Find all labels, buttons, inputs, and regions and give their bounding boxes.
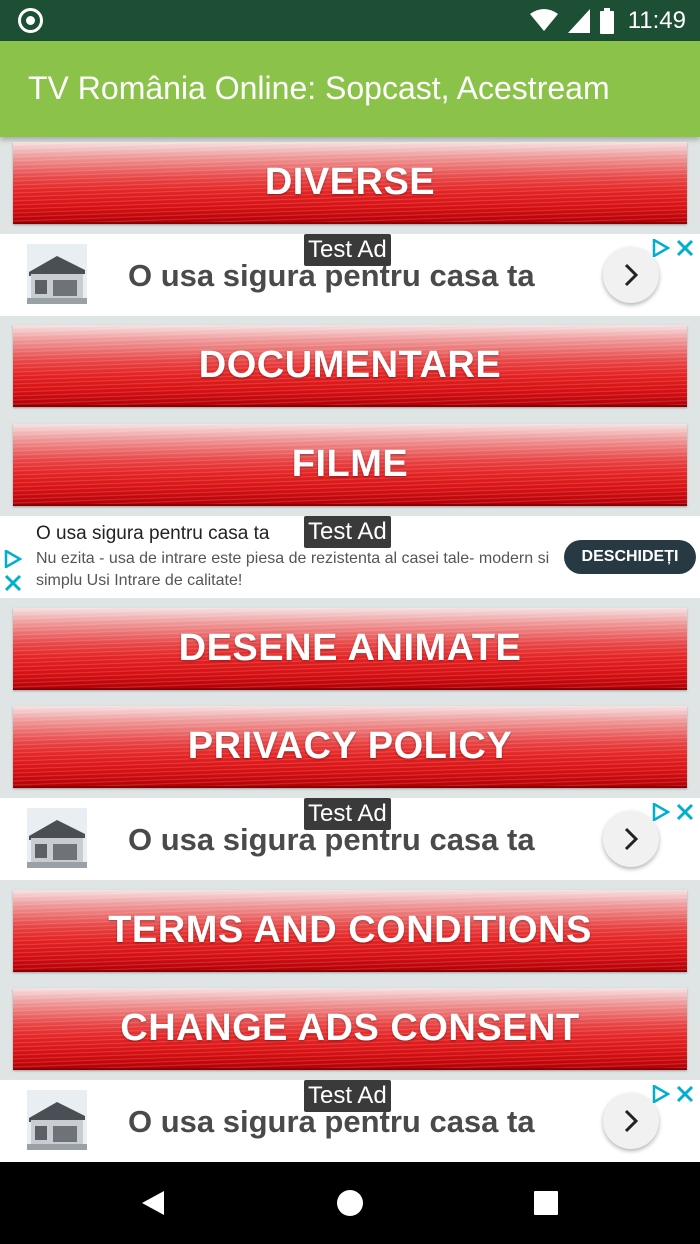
close-icon[interactable] — [4, 574, 22, 592]
menu-button-terms-and-conditions[interactable]: TERMS AND CONDITIONS — [13, 890, 687, 972]
close-icon[interactable] — [676, 1085, 694, 1103]
clock: 11:49 — [627, 6, 686, 34]
home-icon[interactable] — [336, 1189, 364, 1217]
test-ad-badge: Test Ad — [304, 798, 391, 830]
back-icon[interactable] — [140, 1189, 166, 1217]
test-ad-badge: Test Ad — [304, 516, 391, 548]
menu-button-diverse[interactable]: DIVERSE — [13, 142, 687, 224]
app-title: TV România Online: Sopcast, Acestream — [28, 70, 610, 106]
battery-icon — [599, 7, 614, 34]
test-ad-badge: Test Ad — [304, 1080, 391, 1112]
adchoices-icon[interactable] — [652, 803, 670, 821]
chevron-right-icon[interactable] — [603, 1093, 659, 1149]
menu-button-filme[interactable]: FILME — [13, 424, 687, 506]
native-ad-body: Nu ezita - usa de intrare este piesa de … — [36, 550, 550, 589]
close-icon[interactable] — [676, 803, 694, 821]
wifi-icon — [529, 8, 558, 31]
chevron-right-icon[interactable] — [603, 811, 659, 867]
native-ad-headline: O usa sigura pentru casa ta — [36, 523, 270, 544]
navigation-bar — [0, 1162, 700, 1244]
menu-button-documentare[interactable]: DOCUMENTARE — [13, 325, 687, 407]
signal-icon — [567, 8, 590, 33]
adchoices-icon[interactable] — [4, 550, 22, 568]
house-image — [27, 1090, 87, 1150]
house-image — [27, 808, 87, 868]
adchoices-icon[interactable] — [652, 239, 670, 257]
menu-button-privacy-policy[interactable]: PRIVACY POLICY — [13, 706, 687, 788]
test-ad-badge: Test Ad — [304, 234, 391, 266]
menu-button-desene-animate[interactable]: DESENE ANIMATE — [13, 608, 687, 690]
close-icon[interactable] — [676, 239, 694, 257]
adchoices-icon[interactable] — [652, 1085, 670, 1103]
notification-icon — [18, 8, 43, 33]
house-image — [27, 244, 87, 304]
menu-button-change-ads-consent[interactable]: CHANGE ADS CONSENT — [13, 988, 687, 1070]
open-button[interactable]: DESCHIDEȚI — [564, 540, 696, 574]
status-bar: 11:49 — [0, 0, 700, 41]
recents-icon[interactable] — [534, 1191, 558, 1215]
chevron-right-icon[interactable] — [603, 247, 659, 303]
app-bar: TV România Online: Sopcast, Acestream — [0, 41, 700, 137]
